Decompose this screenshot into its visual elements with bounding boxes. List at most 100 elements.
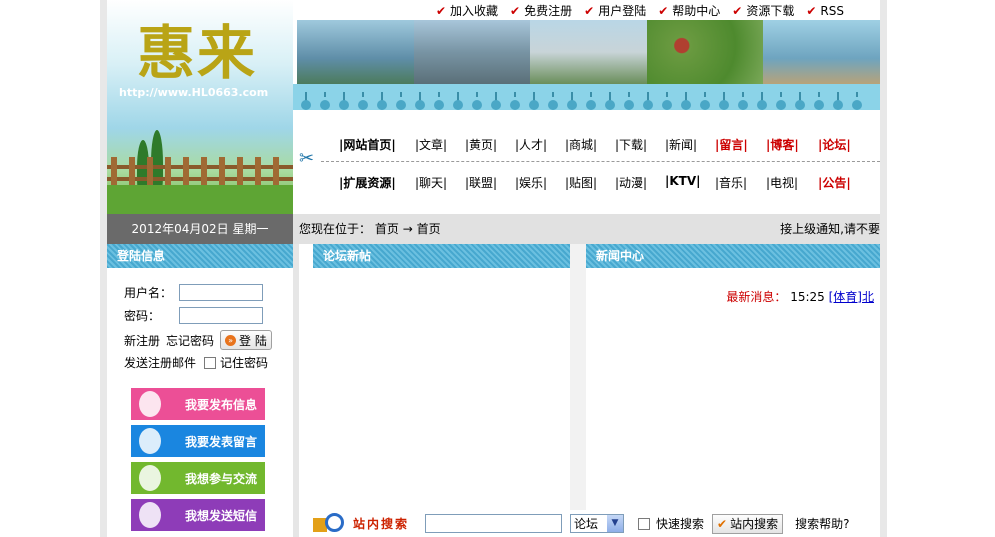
nav-link[interactable]: |公告| [818, 174, 868, 191]
nav-link[interactable]: |人才| [515, 136, 565, 153]
nav-link[interactable]: |娱乐| [515, 174, 565, 191]
password-label: 密码： [124, 309, 161, 323]
scrolling-notice[interactable]: 接上级通知,请不要 [780, 214, 880, 244]
nav-link[interactable]: |KTV| [665, 174, 715, 191]
login-panel-title: 登陆信息 [107, 244, 293, 268]
username-input[interactable] [179, 284, 264, 301]
nav-link[interactable]: |动漫| [615, 174, 665, 191]
nav-link[interactable]: |贴图| [565, 174, 615, 191]
nav-link[interactable]: |聊天| [415, 174, 465, 191]
username-label: 用户名： [124, 286, 173, 300]
search-title: 站内搜索 [353, 517, 410, 531]
drop-ornament [643, 92, 653, 110]
drop-ornament [510, 92, 520, 110]
password-input[interactable] [179, 307, 264, 324]
login-button[interactable]: » 登 陆 [220, 330, 272, 350]
post-info-banner[interactable]: 我要发布信息 [131, 388, 265, 420]
scissors-icon: ✂ [299, 148, 315, 169]
search-input[interactable] [425, 514, 563, 533]
drop-ornament [548, 92, 558, 110]
drop-ornament [738, 92, 748, 110]
top-link[interactable]: ✔ 资源下载 [732, 2, 794, 19]
nav-link[interactable]: |下载| [615, 136, 665, 153]
chevron-down-icon[interactable]: ▼ [607, 515, 624, 532]
latest-news-link[interactable]: [体育]北 [829, 290, 874, 304]
drop-ornament [339, 92, 349, 110]
pig-icon [139, 428, 161, 454]
top-link-bar: ✔ 加入收藏 ✔ 免费注册 ✔ 用户登陆 ✔ 帮助中心 ✔ 资源下载 ✔ RSS [293, 0, 880, 20]
nav-link[interactable]: |商城| [565, 136, 615, 153]
top-link-label: RSS [820, 3, 844, 18]
banner-photo [530, 20, 647, 84]
site-search-button-label: 站内搜索 [730, 517, 779, 531]
nav-link[interactable]: |网站首页| [339, 136, 415, 153]
drop-ornament [567, 92, 577, 110]
site-url: http://www.HL0663.com [119, 86, 269, 99]
site-search-button[interactable]: ✔ 站内搜索 [712, 513, 784, 534]
register-link[interactable]: 新注册 [124, 332, 160, 349]
top-link[interactable]: ✔ 用户登陆 [584, 2, 646, 19]
nav-link[interactable]: |文章| [415, 136, 465, 153]
promo-label: 我想参与交流 [184, 471, 257, 486]
drop-ornament [586, 92, 596, 110]
latest-news-time: 15:25 [790, 290, 825, 304]
drop-ornament [529, 92, 539, 110]
news-panel-title: 新闻中心 [586, 244, 880, 268]
top-link-label: 免费注册 [524, 4, 573, 18]
quick-search-checkbox[interactable] [638, 517, 651, 530]
drop-ornament [453, 92, 463, 110]
banner-photo [297, 20, 414, 84]
quick-search-label: 快速搜索 [656, 517, 705, 531]
cartoon-face-icon [139, 465, 161, 491]
nav-link[interactable]: |论坛| [818, 136, 868, 153]
drop-ornament [377, 92, 387, 110]
breadcrumb: 您现在位于： 首页 → 首页 [299, 214, 441, 244]
left-sidebar: 登陆信息 用户名： 密码： 新注册 忘记密码 » 登 陆 发送注册邮件 记住密码… [107, 244, 293, 537]
nav-link[interactable]: |扩展资源| [339, 174, 415, 191]
drop-ornament [757, 92, 767, 110]
drop-ornament [358, 92, 368, 110]
send-sms-banner[interactable]: 我想发送短信 [131, 499, 265, 531]
check-icon: ✔ [806, 3, 817, 18]
username-row: 用户名： [124, 284, 264, 301]
banner-photo [646, 20, 764, 84]
nav-link[interactable]: |黄页| [465, 136, 515, 153]
drop-ornament [434, 92, 444, 110]
nav-row-extended: |扩展资源| |聊天| |联盟| |娱乐| |贴图| |动漫| |KTV| |音乐| |电视| |… [339, 174, 868, 191]
check-icon: ✔ [435, 3, 447, 18]
logo-banner: 惠来 http://www.HL0663.com [107, 0, 293, 214]
top-link-label: 资源下载 [746, 4, 795, 18]
nav-link[interactable]: |音乐| [715, 174, 766, 191]
drop-ornament [320, 92, 330, 110]
column-separator [570, 244, 586, 537]
drop-ornament [624, 92, 634, 110]
remember-password-checkbox[interactable] [204, 356, 217, 369]
top-links: ✔ 加入收藏 ✔ 免费注册 ✔ 用户登陆 ✔ 帮助中心 ✔ 资源下载 ✔ RSS [436, 2, 844, 19]
search-help-link[interactable]: 搜索帮助? [795, 515, 849, 532]
remember-password-label: 记住密码 [220, 356, 269, 370]
main-navigation: ✂ |网站首页| |文章| |黄页| |人才| |商城| |下载| |新闻| |留言| |博客|… [293, 110, 880, 214]
send-register-mail-link[interactable]: 发送注册邮件 [124, 354, 196, 371]
top-link[interactable]: ✔ 免费注册 [510, 2, 572, 19]
drop-ornament [814, 92, 824, 110]
check-icon: ✔ [584, 3, 595, 18]
search-scope-select[interactable]: 论坛 ▼ [570, 514, 625, 533]
nav-link[interactable]: |博客| [766, 136, 818, 153]
nav-link[interactable]: |联盟| [465, 174, 515, 191]
nav-link[interactable]: |电视| [766, 174, 818, 191]
drop-ornament [795, 92, 805, 110]
top-link[interactable]: ✔ 帮助中心 [658, 2, 720, 19]
check-icon: ✔ [732, 3, 743, 18]
quick-search-option: 快速搜索 [634, 515, 704, 532]
join-discussion-banner[interactable]: 我想参与交流 [131, 462, 265, 494]
nav-link[interactable]: |新闻| [665, 136, 715, 153]
site-logo[interactable]: 惠来 [137, 6, 257, 90]
latest-news-label: 最新消息： [726, 290, 787, 304]
forgot-password-link[interactable]: 忘记密码 [166, 332, 214, 349]
promo-label: 我要发表留言 [184, 434, 257, 449]
top-link[interactable]: ✔ RSS [806, 2, 844, 19]
breadcrumb-home[interactable]: 首页 [375, 222, 399, 236]
post-message-banner[interactable]: 我要发表留言 [131, 425, 265, 457]
nav-link[interactable]: |留言| [715, 136, 766, 153]
top-link[interactable]: ✔ 加入收藏 [436, 2, 498, 19]
